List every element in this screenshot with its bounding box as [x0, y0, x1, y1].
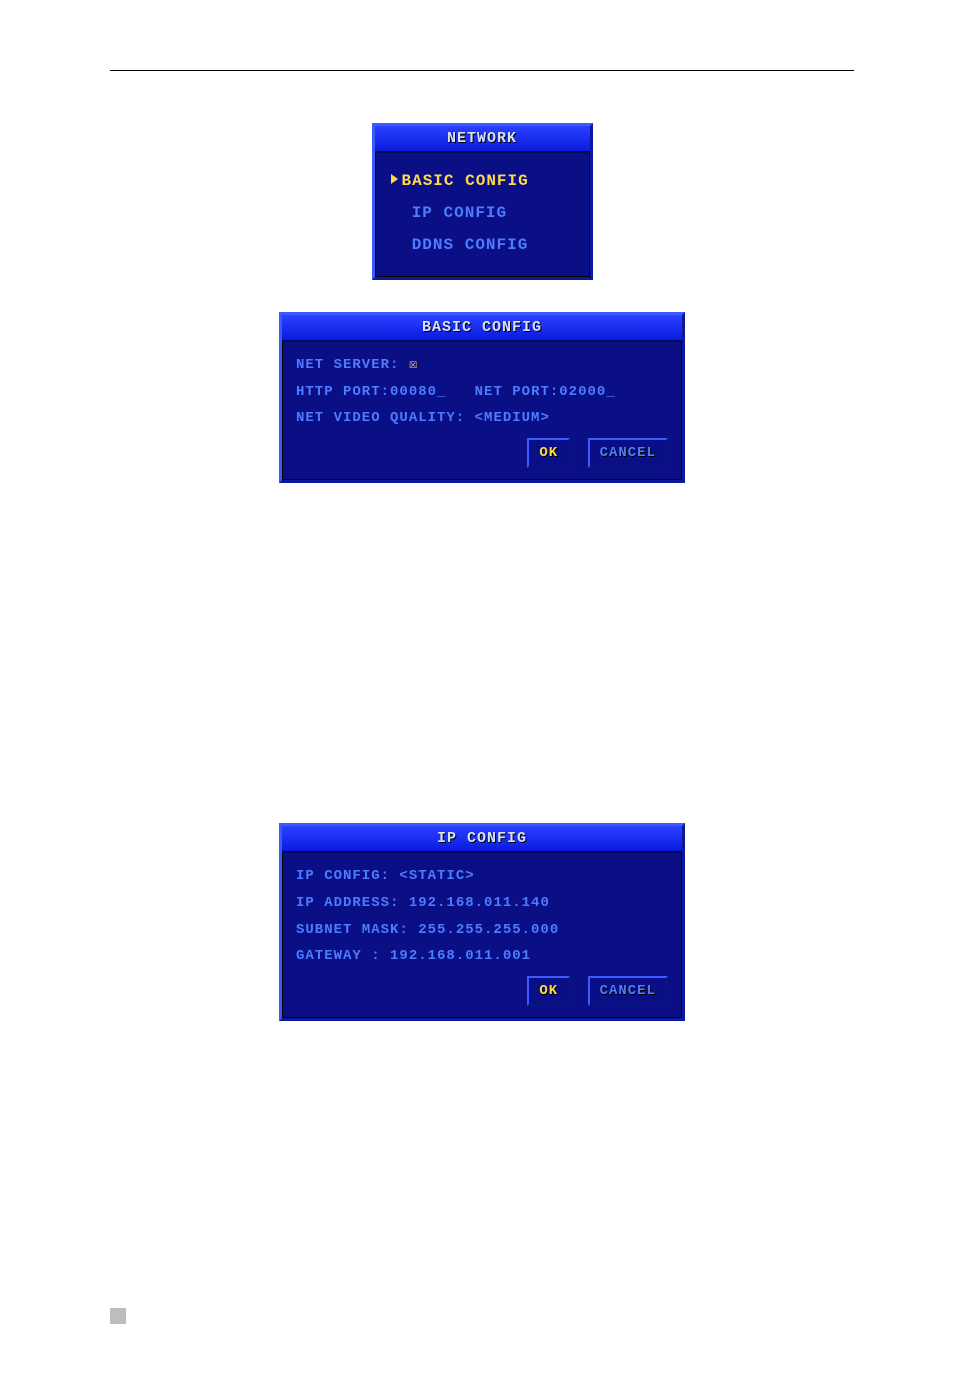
row-net-server: NET SERVER: ☒	[296, 352, 668, 379]
net-port-value[interactable]: 02000	[559, 384, 606, 400]
ok-button[interactable]: OK	[527, 438, 570, 469]
page-rule	[110, 70, 854, 71]
menu-item-ddns-config[interactable]: DDNS CONFIG	[391, 229, 574, 261]
ip-config-mode-value[interactable]: <STATIC>	[399, 868, 474, 884]
osd-network: NETWORK BASIC CONFIG IP CONFIG DDNS CONF…	[372, 123, 593, 280]
field-label: NET PORT:	[475, 384, 560, 400]
row-gateway: GATEWAY : 192.168.011.001	[296, 943, 668, 970]
osd-ip-config-body: IP CONFIG: <STATIC> IP ADDRESS: 192.168.…	[282, 853, 682, 1018]
ip-address-value[interactable]: 192.168.011.140	[409, 895, 550, 911]
row-ip-config-mode: IP CONFIG: <STATIC>	[296, 863, 668, 890]
ok-button[interactable]: OK	[527, 976, 570, 1007]
row-subnet: SUBNET MASK: 255.255.255.000	[296, 917, 668, 944]
field-value[interactable]: ☒	[409, 357, 418, 373]
video-quality-value[interactable]: <MEDIUM>	[475, 410, 550, 426]
field-label: GATEWAY :	[296, 948, 390, 964]
field-label: HTTP PORT:	[296, 384, 390, 400]
osd-basic-config-body: NET SERVER: ☒ HTTP PORT:00080_ NET PORT:…	[282, 342, 682, 480]
osd-ip-config-title: IP CONFIG	[282, 826, 682, 853]
field-label: SUBNET MASK:	[296, 922, 418, 938]
field-label: NET VIDEO QUALITY:	[296, 410, 475, 426]
field-label: NET SERVER:	[296, 357, 409, 373]
osd-ip-config: IP CONFIG IP CONFIG: <STATIC> IP ADDRESS…	[279, 823, 685, 1021]
menu-item-label: BASIC CONFIG	[402, 172, 529, 190]
button-row: OK CANCEL	[296, 976, 668, 1007]
row-video-quality: NET VIDEO QUALITY: <MEDIUM>	[296, 405, 668, 432]
gateway-value[interactable]: 192.168.011.001	[390, 948, 531, 964]
figure-ip-config: IP CONFIG IP CONFIG: <STATIC> IP ADDRESS…	[110, 823, 854, 1021]
osd-basic-config-title: BASIC CONFIG	[282, 315, 682, 342]
osd-network-menu: BASIC CONFIG IP CONFIG DDNS CONFIG	[375, 153, 590, 277]
row-ports: HTTP PORT:00080_ NET PORT:02000_	[296, 379, 668, 406]
subnet-value[interactable]: 255.255.255.000	[418, 922, 559, 938]
field-label: IP ADDRESS:	[296, 895, 409, 911]
menu-item-ip-config[interactable]: IP CONFIG	[391, 197, 574, 229]
spacer	[110, 515, 854, 805]
menu-item-label: IP CONFIG	[412, 204, 507, 222]
figure-network-menu: NETWORK BASIC CONFIG IP CONFIG DDNS CONF…	[110, 123, 854, 280]
http-port-value[interactable]: 00080	[390, 384, 437, 400]
figure-basic-config: BASIC CONFIG NET SERVER: ☒ HTTP PORT:000…	[110, 312, 854, 483]
osd-network-title: NETWORK	[375, 126, 590, 153]
page-number	[110, 1308, 126, 1324]
menu-item-label: DDNS CONFIG	[412, 236, 529, 254]
cancel-button[interactable]: CANCEL	[588, 438, 668, 469]
row-ip-address: IP ADDRESS: 192.168.011.140	[296, 890, 668, 917]
document-page: NETWORK BASIC CONFIG IP CONFIG DDNS CONF…	[0, 0, 954, 1384]
osd-basic-config: BASIC CONFIG NET SERVER: ☒ HTTP PORT:000…	[279, 312, 685, 483]
cancel-button[interactable]: CANCEL	[588, 976, 668, 1007]
button-row: OK CANCEL	[296, 438, 668, 469]
caret-icon	[391, 174, 398, 184]
menu-item-basic-config[interactable]: BASIC CONFIG	[391, 165, 574, 197]
field-label: IP CONFIG:	[296, 868, 399, 884]
